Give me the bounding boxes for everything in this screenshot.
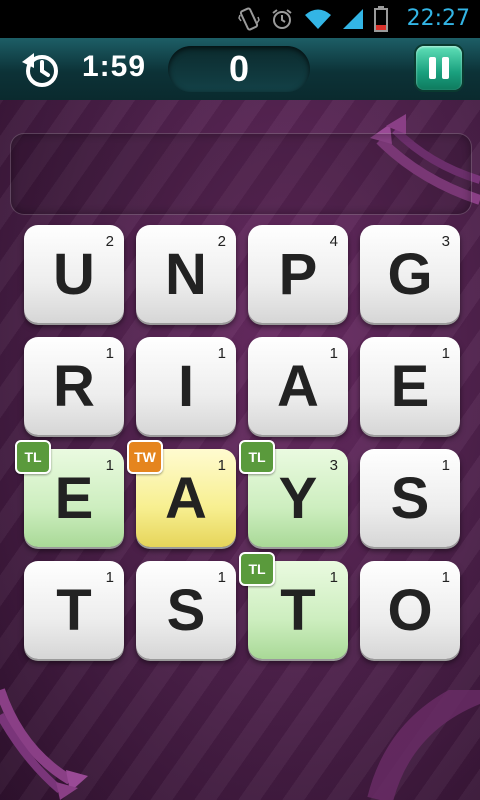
triple-word-badge: TW [127,440,163,474]
letter-tile[interactable]: A1 [248,337,348,435]
tile-points: 1 [217,457,226,474]
game-top-bar: 1:59 0 [0,38,480,102]
pause-icon-bar-left [429,57,436,79]
tile-points: 1 [441,569,450,586]
signal-icon [343,9,363,29]
triple-letter-badge: TL [239,440,275,474]
letter-tile[interactable]: S1 [360,449,460,547]
score-display: 0 [168,46,310,92]
tile-points: 1 [441,345,450,362]
status-bar: 22:27 [0,0,480,38]
tile-points: 1 [105,345,114,362]
wifi-icon [305,9,331,29]
letter-tile[interactable]: S1 [136,561,236,659]
tile-points: 2 [105,233,114,250]
letter-tile[interactable]: T1 [24,561,124,659]
letter-tile[interactable]: O1 [360,561,460,659]
pause-button[interactable] [416,46,462,90]
tile-points: 1 [329,569,338,586]
letter-tile[interactable]: P4 [248,225,348,323]
tile-points: 3 [329,457,338,474]
timer: 1:59 [82,50,147,83]
letter-tile[interactable]: I1 [136,337,236,435]
tile-points: 1 [441,457,450,474]
vibrate-icon [238,7,260,31]
battery-low-icon [374,6,388,32]
tile-points: 1 [105,457,114,474]
letter-tile[interactable]: E1 [360,337,460,435]
triple-letter-badge: TL [239,552,275,586]
triple-letter-badge: TL [15,440,51,474]
tile-points: 1 [329,345,338,362]
letter-tile[interactable]: Y 3 TL [239,440,348,547]
letter-tile[interactable]: A 1 TW [127,440,236,547]
tile-points: 1 [105,569,114,586]
status-time: 22:27 [406,6,470,31]
tile-points: 1 [217,569,226,586]
letter-tile[interactable]: U2 [24,225,124,323]
tile-points: 1 [217,345,226,362]
decorative-swirl-bottom-right [367,690,480,800]
tile-points: 2 [217,233,226,250]
current-word-panel [10,133,472,215]
decorative-arrows-bottom-left [0,688,88,800]
tile-points: 4 [329,233,338,250]
letter-tile[interactable]: T 1 TL [239,552,348,659]
undo-clock-icon[interactable] [20,48,62,90]
letter-tile[interactable]: R1 [24,337,124,435]
battery-level [376,25,386,30]
pause-icon-bar-right [442,57,449,79]
tile-points: 3 [441,233,450,250]
letter-tile[interactable]: N2 [136,225,236,323]
status-icons [238,6,388,32]
letter-tile[interactable]: E 1 TL [15,440,124,547]
letter-tile[interactable]: G3 [360,225,460,323]
alarm-icon [272,9,292,29]
